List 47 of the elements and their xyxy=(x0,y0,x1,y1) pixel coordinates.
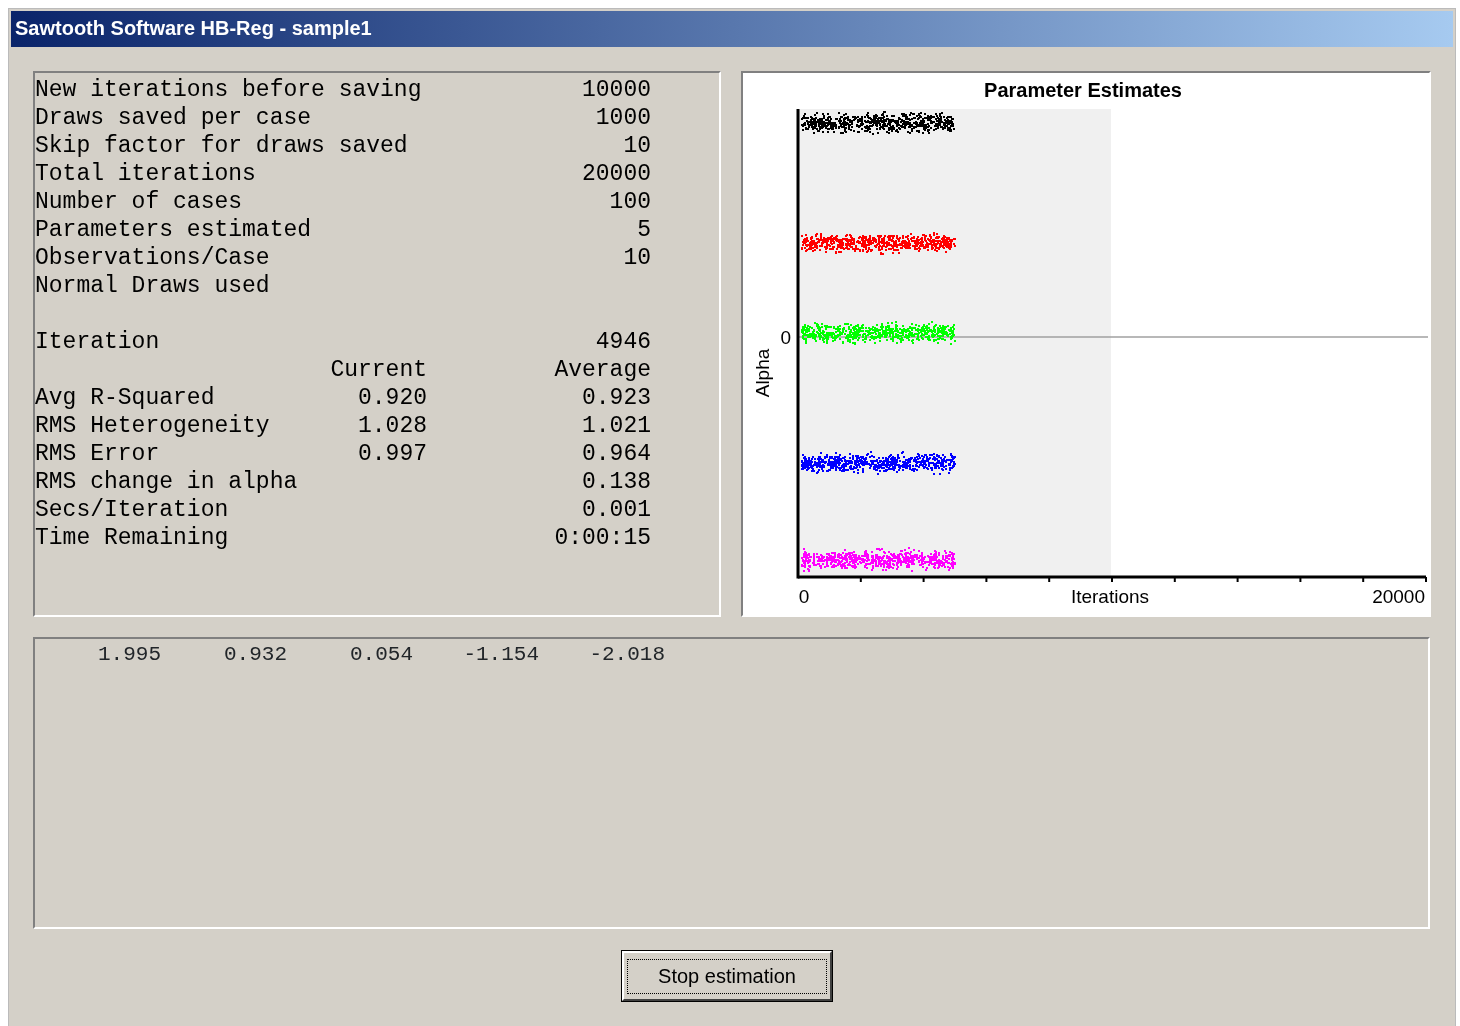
chart-title: Parameter Estimates xyxy=(984,79,1182,101)
axis-title: Iterations xyxy=(1070,586,1150,607)
stat-value: 1.021 xyxy=(582,413,651,439)
stat-value: 20000 xyxy=(582,161,651,187)
axis-tick-label: 0 xyxy=(798,586,810,607)
stat-label: Number of cases xyxy=(35,189,243,215)
estimate-value: 0.054 xyxy=(350,643,413,666)
stat-label: RMS Error xyxy=(35,441,160,467)
column-header: Average xyxy=(554,357,651,383)
stat-value: 10 xyxy=(623,133,651,159)
estimate-value: -2.018 xyxy=(589,643,665,666)
stat-label: Avg R-Squared xyxy=(35,385,215,411)
stat-value: 4946 xyxy=(595,329,651,355)
stat-value: 10000 xyxy=(582,77,651,103)
stat-label: RMS change in alpha xyxy=(35,469,298,495)
axis-tick-label: 0 xyxy=(780,327,791,348)
stop-button[interactable]: Stop estimation xyxy=(622,951,832,1001)
stat-value: 0.923 xyxy=(582,385,651,411)
stat-label: Secs/Iteration xyxy=(35,497,229,523)
axis-title: Alpha xyxy=(752,348,773,398)
stat-label: New iterations before saving xyxy=(35,77,422,103)
stat-value: 0.001 xyxy=(582,497,651,523)
stat-label: Observations/Case xyxy=(35,245,270,271)
current-value: 0.997 xyxy=(358,441,427,467)
current-value: 1.028 xyxy=(358,413,427,439)
axis-tick-label: 20000 xyxy=(1372,586,1425,607)
stat-label: Total iterations xyxy=(35,161,256,187)
stat-value: 10 xyxy=(623,245,651,271)
stat-label: Time Remaining xyxy=(35,525,229,551)
estimate-value: -1.154 xyxy=(463,643,539,666)
column-header: Current xyxy=(330,357,427,383)
stat-label: Skip factor for draws saved xyxy=(35,133,408,159)
stat-label: Iteration xyxy=(35,329,160,355)
stat-value: 0.964 xyxy=(582,441,651,467)
current-value: 0.920 xyxy=(358,385,427,411)
stat-label: Normal Draws used xyxy=(35,273,270,299)
stat-value: 0.138 xyxy=(582,469,651,495)
estimate-value: 0.932 xyxy=(224,643,287,666)
window-title: Sawtooth Software HB-Reg - sample1 xyxy=(11,11,1453,47)
stat-label: Draws saved per case xyxy=(35,105,312,131)
stat-value: 100 xyxy=(609,189,651,215)
stat-label: RMS Heterogeneity xyxy=(35,413,270,439)
stat-value: 0:00:15 xyxy=(554,525,651,551)
stat-label: Parameters estimated xyxy=(35,217,312,243)
stat-value: 1000 xyxy=(595,105,651,131)
estimate-value: 1.995 xyxy=(98,643,161,666)
stat-value: 5 xyxy=(637,217,651,243)
